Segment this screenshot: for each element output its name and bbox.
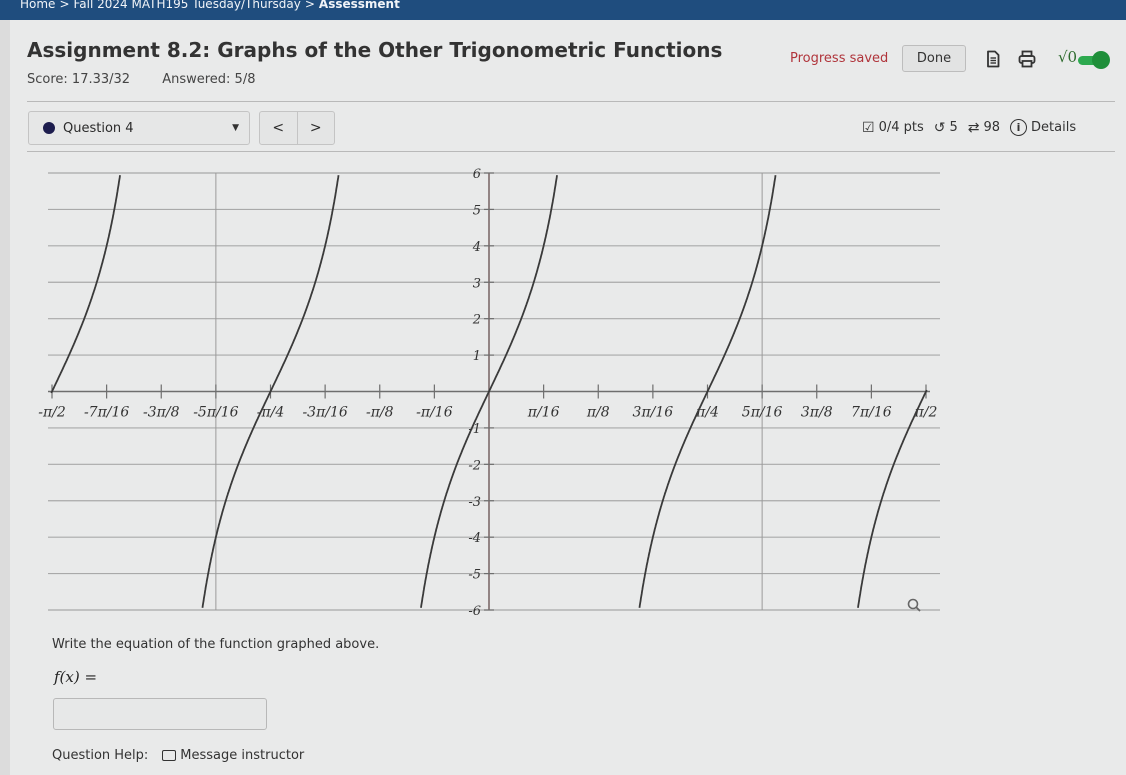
next-question-button[interactable]: > — [298, 112, 335, 144]
details-link[interactable]: Details — [1031, 120, 1076, 135]
x-tick-label: 5π/16 — [742, 405, 783, 421]
divider — [27, 101, 1115, 102]
document-icon[interactable] — [984, 50, 1002, 68]
curve-branch — [50, 175, 121, 394]
x-tick-label: -7π/16 — [84, 405, 129, 421]
divider — [27, 151, 1115, 152]
breadcrumb-course[interactable]: Fall 2024 MATH195 Tuesday/Thursday — [74, 0, 301, 11]
y-tick-label: 6 — [473, 167, 481, 182]
zoom-icon[interactable] — [907, 598, 921, 612]
y-tick-label: -2 — [468, 458, 481, 473]
x-tick-label: π/16 — [527, 405, 560, 421]
x-tick-label: -3π/8 — [143, 405, 180, 421]
question-nav: < > — [259, 111, 335, 145]
x-tick-label: 3π/8 — [801, 405, 833, 421]
x-tick-label: 7π/16 — [851, 405, 892, 421]
checkbox-edit-icon: ☑ — [862, 119, 875, 136]
y-tick-label: -3 — [468, 495, 481, 510]
curve-branch — [857, 389, 928, 608]
question-help: Question Help: Message instructor — [52, 748, 304, 763]
info-icon[interactable]: i — [1010, 119, 1028, 136]
progress-status: Progress saved — [790, 51, 889, 66]
y-tick-label: 3 — [473, 276, 481, 291]
math-toggle[interactable] — [1078, 51, 1110, 69]
toggle-knob[interactable] — [1092, 51, 1110, 69]
x-tick-label: 3π/16 — [633, 405, 674, 421]
y-tick-label: 1 — [473, 349, 481, 364]
breadcrumb-assessment: Assessment — [318, 0, 400, 11]
math-entry-label: √0 — [1058, 48, 1078, 66]
breadcrumb-home[interactable]: Home — [20, 0, 55, 11]
x-tick-label: -π/2 — [38, 405, 66, 421]
question-status-dot — [43, 122, 55, 134]
y-tick-label: -5 — [468, 568, 481, 583]
done-button[interactable]: Done — [902, 45, 966, 72]
x-tick-label: π/2 — [914, 405, 938, 421]
answer-input[interactable] — [53, 698, 267, 730]
question-select[interactable]: Question 4 ▼ — [28, 111, 250, 145]
envelope-icon — [162, 750, 177, 761]
breadcrumb: Home > Fall 2024 MATH195 Tuesday/Thursday >… — [0, 0, 1126, 20]
question-meta: ☑ 0/4 pts ↺ 5 ⇄ 98 i Details — [862, 119, 1076, 136]
breadcrumb-separator: > — [304, 0, 315, 11]
message-instructor-label: Message instructor — [180, 748, 305, 763]
function-graph[interactable]: -π/2 -7π/16 -3π/8 -5π/16 -π/4 -3π/16 -π/8 -π/16… — [30, 160, 950, 620]
attempts-icon: ⇄ — [967, 119, 980, 136]
question-help-label: Question Help: — [52, 748, 149, 763]
y-tick-label: 2 — [472, 313, 481, 328]
y-tick-label: 5 — [473, 203, 481, 218]
question-select-label: Question 4 — [63, 120, 134, 136]
x-tick-label: -π/8 — [366, 405, 394, 421]
answered-value: Answered: 5/8 — [162, 72, 256, 87]
printer-icon[interactable] — [1018, 50, 1036, 68]
y-tick-label: -4 — [468, 531, 481, 546]
fx-label: f(x) = — [54, 668, 98, 686]
attempts-value: 98 — [983, 120, 1001, 135]
message-instructor-link[interactable]: Message instructor — [162, 748, 304, 763]
caret-down-icon: ▼ — [232, 123, 239, 133]
y-tick-label: 4 — [472, 240, 481, 255]
retry-icon: ↺ — [933, 119, 946, 136]
y-tick-label: -6 — [468, 604, 481, 619]
left-edge — [0, 20, 10, 775]
breadcrumb-separator: > — [59, 0, 70, 11]
prev-question-button[interactable]: < — [260, 112, 298, 144]
score-value: Score: 17.33/32 — [27, 72, 131, 87]
y-tick-label: -1 — [468, 422, 481, 437]
x-tick-label: -5π/16 — [193, 405, 238, 421]
page-title: Assignment 8.2: Graphs of the Other Trig… — [27, 38, 723, 62]
x-tick-label: -π/16 — [416, 405, 453, 421]
x-tick-label: -3π/16 — [302, 405, 347, 421]
score-line: Score: 17.33/32 Answered: 5/8 — [27, 72, 283, 87]
points-value: 0/4 pts — [878, 120, 924, 135]
x-tick-label: π/8 — [586, 405, 610, 421]
x-tick-label: π/4 — [695, 405, 719, 421]
question-prompt: Write the equation of the function graph… — [52, 637, 380, 652]
retries-value: 5 — [949, 120, 958, 135]
